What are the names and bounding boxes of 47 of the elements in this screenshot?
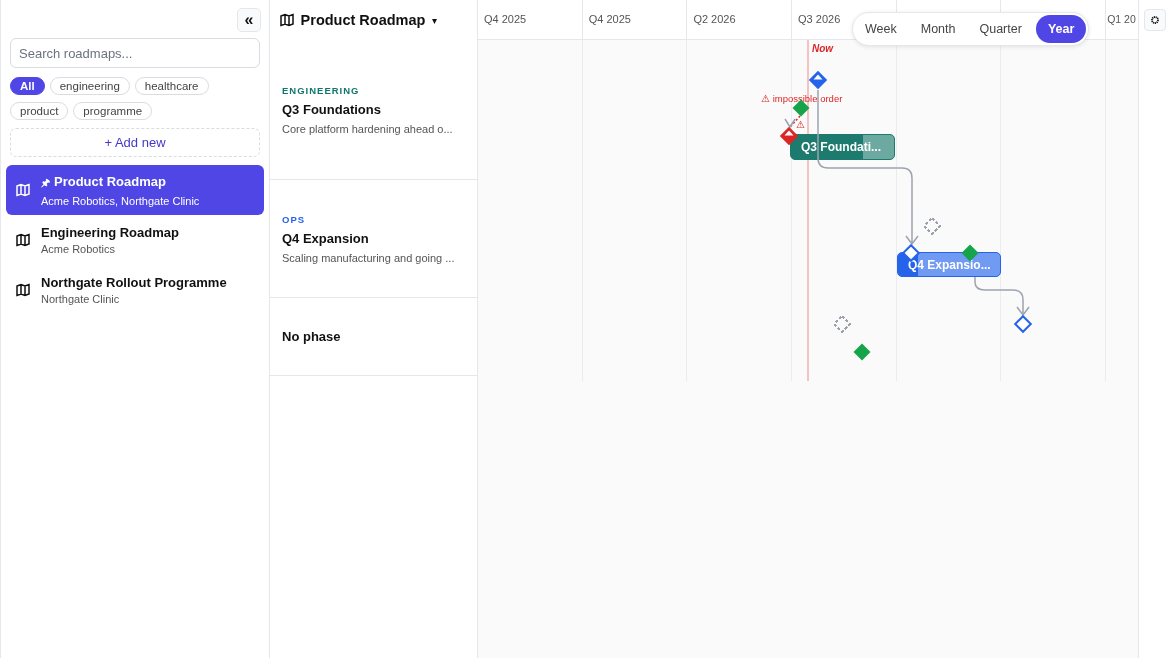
roadmap-item[interactable]: 🖈 Product Roadmap Acme Robotics, Northgate Clinic	[6, 165, 264, 215]
filter-chip[interactable]: programme	[73, 102, 153, 120]
phase-bar[interactable]: Q4 Expansio...	[897, 252, 1001, 277]
now-label: Now	[812, 43, 834, 54]
roadmap-title: Engineering Roadmap	[41, 225, 179, 240]
settings-button[interactable]	[1144, 9, 1166, 31]
roadmap-title: Northgate Rollout Programme	[41, 275, 227, 290]
filter-chip[interactable]: product	[10, 102, 69, 120]
map-icon	[279, 13, 294, 27]
zoom-tab[interactable]: Quarter	[969, 15, 1032, 43]
quarter-label: Q2 2026	[693, 13, 736, 25]
phase-bar[interactable]: Q3 Foundati...	[790, 134, 895, 160]
quarter-label: Q3 2026	[798, 13, 841, 25]
roadmap-clients: Acme Robotics	[41, 243, 116, 255]
quarter-label: Q4 2025	[588, 13, 631, 25]
phase-description: Core platform hardening ahead o...	[282, 122, 453, 135]
filter-chip[interactable]: All	[10, 77, 45, 95]
roadmap-clients: Acme Robotics, Northgate Clinic	[41, 194, 200, 207]
roadmap-title: 🖈 Product Roadmap	[41, 173, 167, 191]
map-icon	[16, 283, 30, 297]
zoom-tab[interactable]: Week	[855, 15, 907, 43]
roadmap-title[interactable]: Product Roadmap	[300, 12, 426, 28]
caret-icon[interactable]: ▾	[432, 14, 438, 26]
search-field[interactable]: Search roadmaps...	[10, 38, 260, 68]
phase-title: Q3 Foundations	[282, 101, 381, 117]
quarter-label: Q4 2025	[484, 13, 527, 25]
warning-icon: ⚠	[796, 119, 805, 130]
quarter-label: Q1 20	[1107, 13, 1136, 25]
add-new-button[interactable]: + Add new	[10, 128, 260, 157]
roadmap-item[interactable]: Northgate Rollout Programme Northgate Clinic	[6, 265, 264, 315]
gear-icon	[1151, 16, 1159, 24]
phase-description: Scaling manufacturing and going ...	[282, 251, 455, 264]
phase-tag: ENGINEERING	[282, 84, 360, 96]
phase-title: Q4 Expansion	[282, 230, 369, 246]
phase-title: No phase	[282, 329, 341, 344]
phase-tag: OPS	[282, 213, 306, 225]
map-icon	[16, 183, 30, 197]
dependency-arrow	[974, 276, 1030, 317]
collapse-button[interactable]: «	[237, 8, 261, 32]
filter-chip[interactable]: engineering	[49, 77, 130, 95]
zoom-tab[interactable]: Month	[910, 15, 966, 43]
roadmap-item[interactable]: Engineering Roadmap Acme Robotics	[6, 215, 264, 265]
zoom-tab[interactable]: Year	[1035, 15, 1087, 43]
roadmap-clients: Northgate Clinic	[41, 293, 121, 305]
map-icon	[16, 233, 30, 247]
warning-label: ⚠ impossible order	[761, 93, 843, 104]
filter-chip[interactable]: healthcare	[134, 77, 209, 95]
